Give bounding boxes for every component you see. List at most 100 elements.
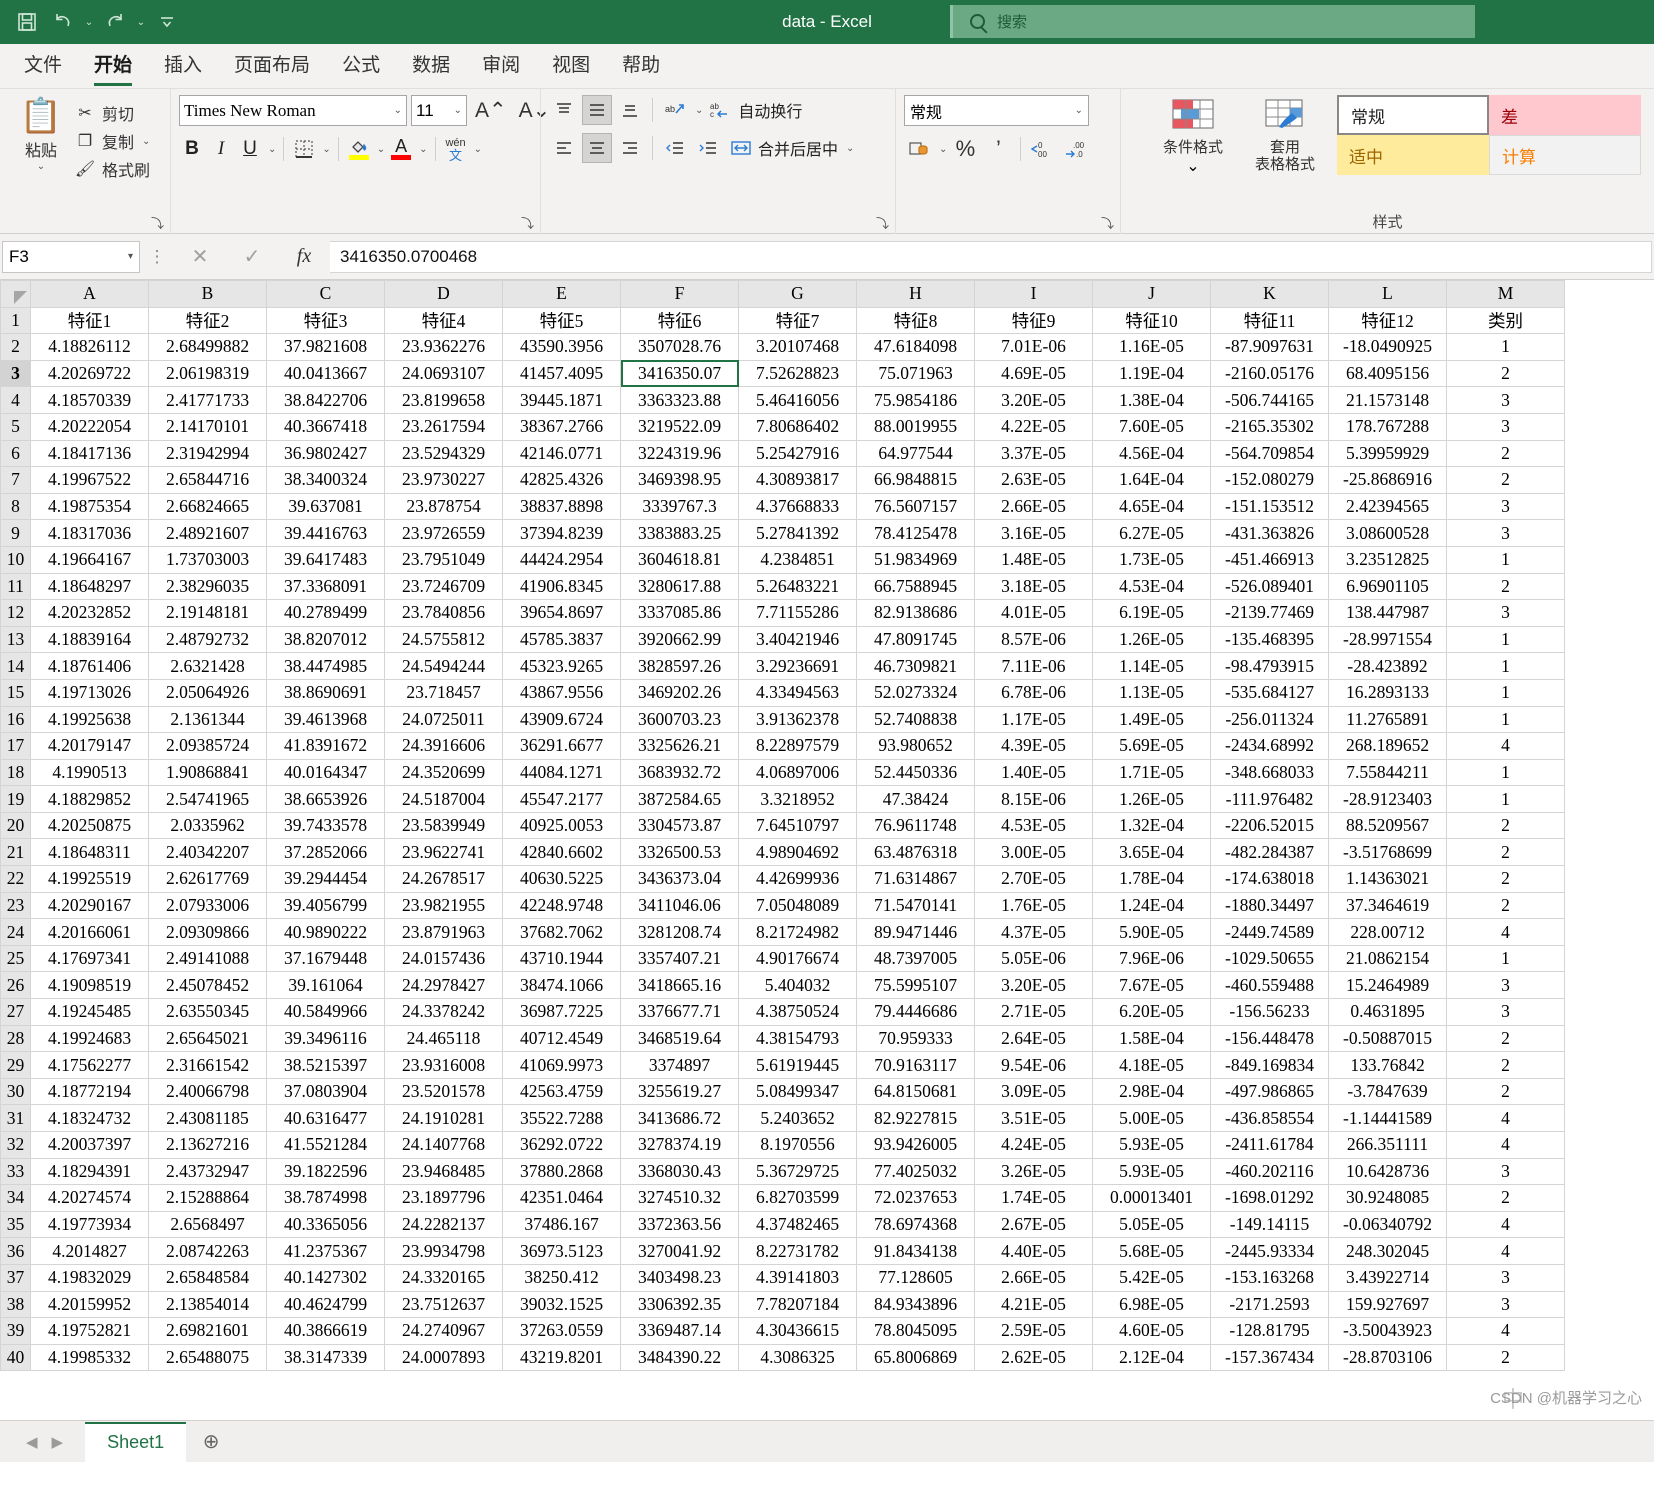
data-cell[interactable]: 3372363.56 — [620, 1210, 739, 1239]
redo-icon[interactable] — [98, 7, 132, 37]
data-cell[interactable]: 37682.7062 — [502, 918, 621, 946]
data-cell[interactable]: 7.80686402 — [738, 412, 857, 441]
data-cell[interactable]: 4.90176674 — [738, 944, 857, 973]
data-cell[interactable]: 7.64510797 — [738, 811, 857, 840]
data-cell[interactable]: 4 — [1446, 918, 1565, 946]
data-cell[interactable]: 24.2282137 — [384, 1210, 503, 1239]
data-cell[interactable]: 64.977544 — [856, 439, 975, 468]
data-cell[interactable]: 3.00E-05 — [974, 838, 1093, 867]
tab-home[interactable]: 开始 — [78, 46, 148, 88]
data-cell[interactable]: 133.76842 — [1328, 1051, 1447, 1079]
data-cell[interactable]: 4.20037397 — [30, 1131, 149, 1159]
data-cell[interactable]: 24.5755812 — [384, 625, 503, 654]
data-cell[interactable]: 1.78E-04 — [1092, 865, 1211, 893]
data-cell[interactable]: 23.5294329 — [384, 439, 503, 468]
percent-style-button[interactable]: % — [950, 134, 980, 164]
data-cell[interactable]: 4.18E-05 — [1092, 1051, 1211, 1079]
data-cell[interactable]: 23.8791963 — [384, 918, 503, 946]
data-cell[interactable]: 5.93E-05 — [1092, 1131, 1211, 1159]
column-title-cell[interactable]: 特征10 — [1092, 306, 1211, 335]
row-header-38[interactable]: 38 — [0, 1290, 31, 1319]
data-cell[interactable]: 77.4025032 — [856, 1157, 975, 1186]
decrease-decimal-icon[interactable]: .00.0 — [1061, 134, 1091, 164]
row-header-23[interactable]: 23 — [0, 891, 31, 920]
column-header-h[interactable]: H — [856, 280, 975, 308]
data-cell[interactable]: 11.2765891 — [1328, 705, 1447, 734]
data-cell[interactable]: 23.7512637 — [384, 1290, 503, 1319]
row-header-5[interactable]: 5 — [0, 412, 31, 441]
font-color-button[interactable]: A — [388, 134, 414, 164]
data-cell[interactable]: 41906.8345 — [502, 572, 621, 601]
data-cell[interactable]: 1 — [1446, 545, 1565, 574]
data-cell[interactable]: 2.09309866 — [148, 918, 267, 946]
data-cell[interactable]: 2.0335962 — [148, 811, 267, 840]
number-format-dropdown-icon[interactable]: ⌄ — [1075, 105, 1083, 116]
data-cell[interactable]: 3 — [1446, 1290, 1565, 1319]
data-cell[interactable]: 23.878754 — [384, 492, 503, 521]
sheet-tab-sheet1[interactable]: Sheet1 — [85, 1421, 187, 1462]
data-cell[interactable]: 75.071963 — [856, 359, 975, 388]
data-cell[interactable]: 37263.0559 — [502, 1317, 621, 1345]
data-cell[interactable]: 4.18829852 — [30, 785, 149, 813]
data-cell[interactable]: 38.3147339 — [266, 1343, 385, 1372]
fill-color-dropdown-icon[interactable]: ⌄ — [377, 144, 385, 155]
data-cell[interactable]: 4.40E-05 — [974, 1237, 1093, 1265]
data-cell[interactable]: 39.4613968 — [266, 705, 385, 734]
data-cell[interactable]: 3383883.25 — [620, 519, 739, 547]
data-cell[interactable]: -2411.61784 — [1210, 1131, 1329, 1159]
data-cell[interactable]: 44424.2954 — [502, 545, 621, 574]
data-cell[interactable]: 24.0693107 — [384, 359, 503, 388]
data-cell[interactable]: 7.67E-05 — [1092, 971, 1211, 1000]
data-cell[interactable]: 38474.1066 — [502, 971, 621, 1000]
data-cell[interactable]: -460.202116 — [1210, 1157, 1329, 1186]
data-cell[interactable]: 38.5215397 — [266, 1051, 385, 1079]
data-cell[interactable]: 4.19664167 — [30, 545, 149, 574]
data-cell[interactable]: 3304573.87 — [620, 811, 739, 840]
data-cell[interactable]: 4.98904692 — [738, 838, 857, 867]
column-header-b[interactable]: B — [148, 280, 267, 308]
row-header-6[interactable]: 6 — [0, 439, 31, 468]
data-cell[interactable]: 38.8690691 — [266, 678, 385, 707]
data-cell[interactable]: 23.718457 — [384, 678, 503, 707]
data-cell[interactable]: -151.153512 — [1210, 492, 1329, 521]
column-title-cell[interactable]: 特征12 — [1328, 306, 1447, 335]
column-header-g[interactable]: G — [738, 280, 857, 308]
row-header-29[interactable]: 29 — [0, 1051, 31, 1079]
data-cell[interactable]: -156.56233 — [1210, 998, 1329, 1026]
data-cell[interactable]: -156.448478 — [1210, 1024, 1329, 1053]
data-cell[interactable]: 88.0019955 — [856, 412, 975, 441]
paste-dropdown-icon[interactable]: ⌄ — [8, 161, 74, 172]
alignment-dialog-launcher-icon[interactable]: ⤵ — [876, 217, 889, 230]
data-cell[interactable]: 2.62E-05 — [974, 1343, 1093, 1372]
data-cell[interactable]: 38.8422706 — [266, 386, 385, 414]
data-cell[interactable]: 9.54E-06 — [974, 1051, 1093, 1079]
data-cell[interactable]: 4.33494563 — [738, 678, 857, 707]
data-cell[interactable]: 3274510.32 — [620, 1184, 739, 1212]
data-cell[interactable]: 24.3320165 — [384, 1263, 503, 1292]
data-cell[interactable]: 24.5187004 — [384, 785, 503, 813]
data-cell[interactable]: -3.50043923 — [1328, 1317, 1447, 1345]
data-cell[interactable]: 3.40421946 — [738, 625, 857, 654]
data-cell[interactable]: 4.18324732 — [30, 1104, 149, 1132]
data-cell[interactable]: 5.2403652 — [738, 1104, 857, 1132]
wrap-text-button[interactable]: ab c 自动换行 — [710, 98, 802, 122]
orientation-icon[interactable]: ab — [660, 95, 690, 125]
data-cell[interactable]: 24.5494244 — [384, 652, 503, 680]
data-cell[interactable]: 5.05E-05 — [1092, 1210, 1211, 1239]
data-cell[interactable]: 3 — [1446, 519, 1565, 547]
data-cell[interactable]: 4 — [1446, 1317, 1565, 1345]
row-header-33[interactable]: 33 — [0, 1157, 31, 1186]
data-cell[interactable]: 3828597.26 — [620, 652, 739, 680]
data-cell[interactable]: 8.57E-06 — [974, 625, 1093, 654]
data-cell[interactable]: -2160.05176 — [1210, 359, 1329, 388]
data-cell[interactable]: 0.00013401 — [1092, 1184, 1211, 1212]
data-cell[interactable]: 47.6184098 — [856, 333, 975, 361]
data-cell[interactable]: -506.744165 — [1210, 386, 1329, 414]
data-cell[interactable]: 24.2740967 — [384, 1317, 503, 1345]
data-cell[interactable]: 2.59E-05 — [974, 1317, 1093, 1345]
data-cell[interactable]: 37.9821608 — [266, 333, 385, 361]
tab-review[interactable]: 审阅 — [466, 46, 536, 88]
data-cell[interactable]: -849.169834 — [1210, 1051, 1329, 1079]
data-cell[interactable]: 39.3496116 — [266, 1024, 385, 1053]
row-header-40[interactable]: 40 — [0, 1343, 31, 1372]
